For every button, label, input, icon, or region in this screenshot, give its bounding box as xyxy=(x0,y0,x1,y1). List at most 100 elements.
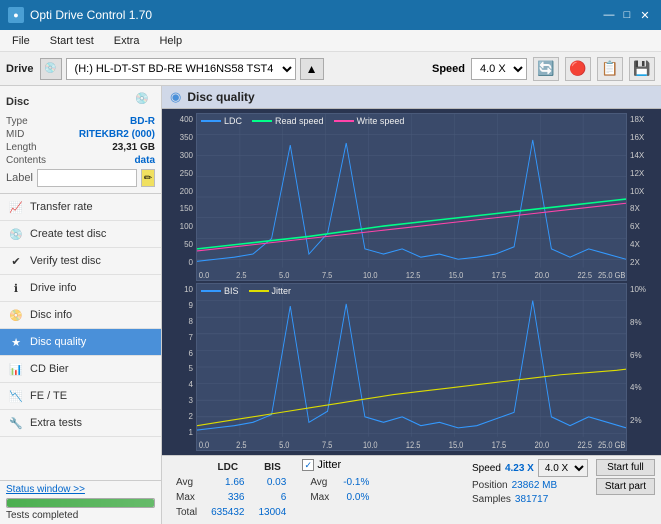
nav-items: 📈 Transfer rate 💿 Create test disc ✔ Ver… xyxy=(0,194,161,480)
extra-tests-icon: 🔧 xyxy=(8,415,24,431)
fe-te-icon: 📉 xyxy=(8,388,24,404)
svg-text:20.0: 20.0 xyxy=(535,440,550,450)
disc-length-label: Length xyxy=(6,142,37,153)
stats-bis-header: BIS xyxy=(253,461,293,474)
svg-text:2.5: 2.5 xyxy=(236,271,247,280)
save-button[interactable]: 💾 xyxy=(629,57,655,81)
jitter-avg-row: Avg -0.1% xyxy=(304,476,375,489)
disc-mid-row: MID RITEKBR2 (000) xyxy=(6,129,155,140)
sidebar-item-extra-tests[interactable]: 🔧 Extra tests xyxy=(0,410,161,437)
svg-text:20.0: 20.0 xyxy=(535,271,550,280)
maximize-button[interactable]: □ xyxy=(619,7,635,23)
chart1-legend: LDC Read speed Write speed xyxy=(201,116,404,126)
disc-mid-label: MID xyxy=(6,129,24,140)
progress-bar-fill xyxy=(7,499,154,507)
stats-avg-row: Avg 1.66 0.03 xyxy=(170,476,292,489)
chart-header: ◉ Disc quality xyxy=(162,86,661,109)
sidebar-item-drive-info[interactable]: ℹ Drive info xyxy=(0,275,161,302)
nav-fe-te-label: FE / TE xyxy=(30,390,67,402)
menu-extra[interactable]: Extra xyxy=(106,30,148,51)
jitter-avg-label: Avg xyxy=(304,476,335,489)
drive-info-icon: ℹ xyxy=(8,280,24,296)
disc-label-button[interactable]: ✏ xyxy=(141,169,155,187)
sidebar-item-cd-bier[interactable]: 📊 CD Bier xyxy=(0,356,161,383)
app-title: Opti Drive Control 1.70 xyxy=(30,8,152,22)
jitter-empty-row xyxy=(304,506,375,508)
eject-button[interactable]: ▲ xyxy=(300,58,324,80)
speed-select[interactable]: 4.0 X xyxy=(471,58,527,80)
start-part-button[interactable]: Start part xyxy=(596,478,655,495)
chart1-body: LDC Read speed Write speed xyxy=(196,113,627,281)
refresh-button[interactable]: 🔄 xyxy=(533,57,559,81)
jitter-label: Jitter xyxy=(317,459,341,471)
charts-area: 400 350 300 250 200 150 100 50 0 LDC xyxy=(162,109,661,455)
nav-extra-tests-label: Extra tests xyxy=(30,417,82,429)
chart2-body: BIS Jitter xyxy=(196,283,627,451)
close-button[interactable]: ✕ xyxy=(637,7,653,23)
action-buttons: Start full Start part xyxy=(596,459,655,495)
stats-table: LDC BIS Avg 1.66 0.03 Max 336 6 Total 63… xyxy=(168,459,294,521)
menu-start-test[interactable]: Start test xyxy=(42,30,102,51)
speed-label: Speed xyxy=(432,63,465,75)
sidebar-item-disc-info[interactable]: 📀 Disc info xyxy=(0,302,161,329)
title-bar: ● Opti Drive Control 1.70 — □ ✕ xyxy=(0,0,661,30)
chart1-y-axis: 400 350 300 250 200 150 100 50 0 xyxy=(166,113,196,281)
nav-disc-quality-label: Disc quality xyxy=(30,336,86,348)
stats-max-row: Max 336 6 xyxy=(170,491,292,504)
svg-text:15.0: 15.0 xyxy=(449,440,464,450)
sidebar-item-verify-test-disc[interactable]: ✔ Verify test disc xyxy=(0,248,161,275)
settings-button2[interactable]: 📋 xyxy=(597,57,623,81)
start-full-button[interactable]: Start full xyxy=(596,459,655,476)
jitter-checkbox[interactable]: ✓ xyxy=(302,459,314,471)
sidebar-item-fe-te[interactable]: 📉 FE / TE xyxy=(0,383,161,410)
minimize-button[interactable]: — xyxy=(601,7,617,23)
svg-text:15.0: 15.0 xyxy=(449,271,464,280)
samples-value: 381717 xyxy=(515,494,548,505)
status-text: Tests completed xyxy=(6,510,155,521)
legend-read-speed: Read speed xyxy=(252,116,324,126)
stats-avg-label: Avg xyxy=(170,476,203,489)
position-row: Position 23862 MB xyxy=(472,480,588,491)
jitter-max-label: Max xyxy=(304,491,335,504)
chart1-y-axis-right: 18X 16X 14X 12X 10X 8X 6X 4X 2X xyxy=(627,113,657,281)
main-area: Disc 💿 Type BD-R MID RITEKBR2 (000) Leng… xyxy=(0,86,661,524)
jitter-table: Avg -0.1% Max 0.0% xyxy=(302,474,377,510)
menu-file[interactable]: File xyxy=(4,30,38,51)
menu-bar: File Start test Extra Help xyxy=(0,30,661,52)
status-bar-bottom: Status window >> Tests completed xyxy=(0,480,161,524)
legend-write-speed: Write speed xyxy=(334,116,405,126)
disc-label-input[interactable] xyxy=(37,169,137,187)
disc-length-row: Length 23,31 GB xyxy=(6,142,155,153)
sidebar-item-create-test-disc[interactable]: 💿 Create test disc xyxy=(0,221,161,248)
svg-text:22.5: 22.5 xyxy=(578,440,593,450)
legend-bis: BIS xyxy=(201,286,239,296)
sidebar-item-disc-quality[interactable]: ★ Disc quality xyxy=(0,329,161,356)
disc-label-row: Label ✏ xyxy=(6,169,155,187)
speed-select-bottom[interactable]: 4.0 X xyxy=(538,459,588,477)
sidebar-item-transfer-rate[interactable]: 📈 Transfer rate xyxy=(0,194,161,221)
status-window-button[interactable]: Status window >> xyxy=(6,484,155,495)
stats-avg-bis: 0.03 xyxy=(253,476,293,489)
svg-text:5.0: 5.0 xyxy=(279,271,290,280)
svg-text:2.5: 2.5 xyxy=(236,440,247,450)
jitter-avg-value: -0.1% xyxy=(337,476,375,489)
disc-type-value: BD-R xyxy=(130,116,155,127)
transfer-rate-icon: 📈 xyxy=(8,199,24,215)
disc-contents-row: Contents data xyxy=(6,155,155,166)
menu-help[interactable]: Help xyxy=(151,30,190,51)
chart2-container: 10 9 8 7 6 5 4 3 2 1 BIS xyxy=(166,283,657,451)
disc-info-panel: Disc 💿 Type BD-R MID RITEKBR2 (000) Leng… xyxy=(0,86,161,194)
drive-select[interactable]: (H:) HL-DT-ST BD-RE WH16NS58 TST4 xyxy=(66,58,296,80)
svg-text:25.0 GB: 25.0 GB xyxy=(598,440,626,450)
settings-button1[interactable]: 🔴 xyxy=(565,57,591,81)
jitter-section: ✓ Jitter Avg -0.1% Max 0.0% xyxy=(302,459,377,510)
chart1-container: 400 350 300 250 200 150 100 50 0 LDC xyxy=(166,113,657,281)
disc-label-label: Label xyxy=(6,172,33,184)
stats-total-ldc: 635432 xyxy=(205,506,250,519)
speed-row-label: Speed xyxy=(472,463,501,474)
drive-wrapper: 💿 (H:) HL-DT-ST BD-RE WH16NS58 TST4 ▲ xyxy=(40,58,426,80)
svg-text:25.0 GB: 25.0 GB xyxy=(598,271,625,280)
disc-type-label: Type xyxy=(6,116,28,127)
stats-avg-ldc: 1.66 xyxy=(205,476,250,489)
stats-area: LDC BIS Avg 1.66 0.03 Max 336 6 Total 63… xyxy=(162,455,661,524)
